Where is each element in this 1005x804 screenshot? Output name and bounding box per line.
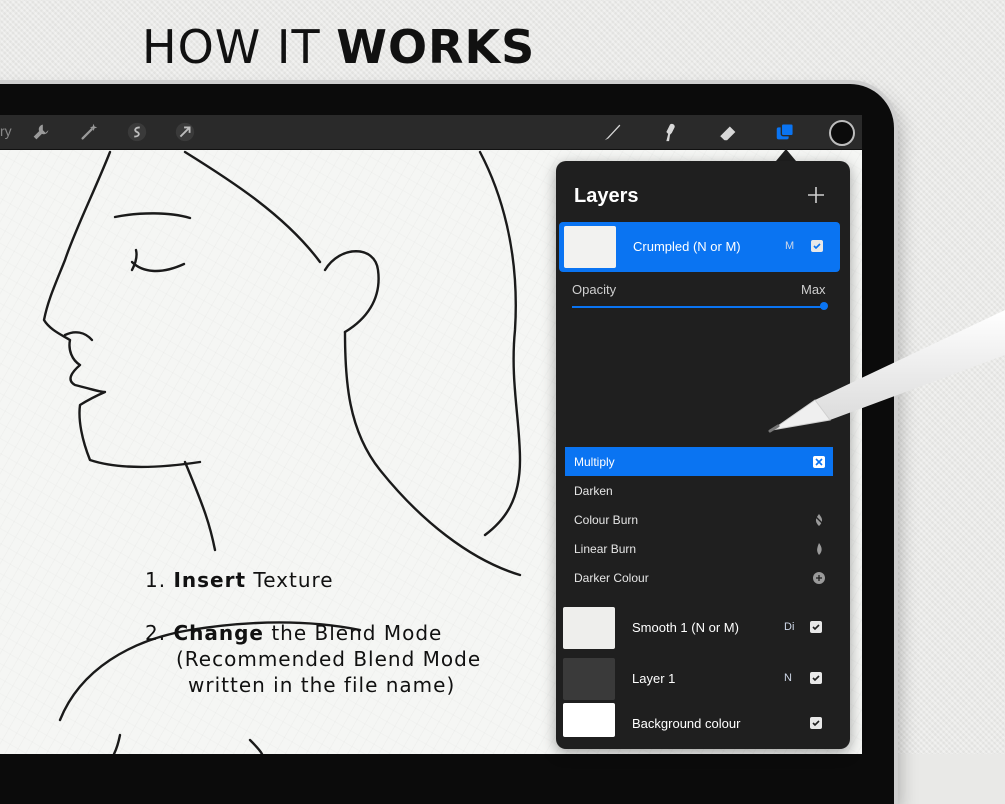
layer-name: Crumpled (N or M) (633, 239, 741, 254)
instruction-step-2: 2. Change the Blend Mode (145, 621, 442, 645)
layer-row-background[interactable]: Background colour (558, 699, 848, 749)
step-keyword: Insert (173, 568, 247, 592)
blend-mode-label: Linear Burn (574, 542, 637, 556)
layer-thumbnail (563, 703, 615, 737)
opacity-label: Opacity (572, 282, 617, 297)
brush-icon[interactable] (600, 119, 626, 145)
layers-panel-title: Layers (574, 185, 639, 207)
layer-row-smooth[interactable]: Smooth 1 (N or M) Di (558, 603, 848, 653)
transform-arrow-icon[interactable] (172, 119, 198, 145)
headline-light: HOW IT (142, 20, 321, 74)
top-toolbar: ry (0, 115, 862, 150)
step-text: Texture (253, 568, 334, 592)
layer-visibility-checkbox[interactable] (811, 240, 823, 252)
checkmark-icon (812, 675, 820, 682)
step-number: 1. (145, 568, 167, 592)
blend-mode-label: Multiply (574, 455, 615, 469)
layer-visibility-checkbox[interactable] (810, 717, 822, 729)
instruction-step-2-line-2: (Recommended Blend Mode (176, 647, 482, 671)
blend-mode-darken[interactable]: Darken (565, 476, 833, 505)
layer-thumbnail (563, 658, 615, 700)
blend-mode-label: Colour Burn (574, 513, 639, 527)
add-layer-button[interactable] (806, 185, 826, 205)
checkmark-icon (812, 720, 820, 727)
blend-mode-colour-burn[interactable]: Colour Burn (565, 505, 833, 534)
linear-burn-icon (817, 543, 822, 555)
layer-blend-mode-button[interactable]: N (784, 672, 792, 684)
gallery-link[interactable]: ry (0, 123, 12, 139)
selection-icon[interactable] (124, 119, 150, 145)
blend-mode-label: Darken (574, 484, 613, 498)
layer-name: Layer 1 (632, 671, 676, 686)
layer-name: Background colour (632, 716, 741, 731)
blend-mode-linear-burn[interactable]: Linear Burn (565, 534, 833, 563)
layer-thumbnail (563, 607, 615, 649)
layers-panel: Layers Crumpled (N or M) M Opacity Max M… (556, 161, 850, 749)
stylus-pencil (768, 310, 1005, 433)
layer-row-crumpled[interactable]: Crumpled (N or M) M (559, 222, 840, 272)
darken-icon (815, 486, 823, 496)
blend-mode-darker-colour[interactable]: Darker Colour (565, 563, 833, 592)
headline-bold: WORKS (336, 20, 536, 74)
colour-burn-icon (814, 514, 825, 526)
step-number: 2. (145, 621, 167, 645)
eraser-icon[interactable] (715, 119, 741, 145)
blend-mode-multiply[interactable]: Multiply (565, 447, 833, 476)
instruction-step-1: 1. Insert Texture (145, 568, 334, 592)
layer-thumbnail (564, 226, 616, 268)
popover-caret (776, 149, 796, 161)
layer-visibility-checkbox[interactable] (810, 672, 822, 684)
layer-row-layer-1[interactable]: Layer 1 N (558, 654, 848, 704)
layer-visibility-checkbox[interactable] (810, 621, 822, 633)
layers-icon[interactable] (772, 119, 798, 145)
step-keyword: Change (173, 621, 264, 645)
blend-mode-list: Multiply Darken Colour Burn Linear Burn … (565, 447, 833, 592)
layer-blend-mode-button[interactable]: M (785, 240, 794, 252)
magic-wand-icon[interactable] (76, 119, 102, 145)
smudge-icon[interactable] (657, 119, 683, 145)
darker-colour-icon (813, 572, 825, 584)
layer-name: Smooth 1 (N or M) (632, 620, 739, 635)
checkmark-icon (812, 624, 820, 631)
multiply-icon (813, 456, 825, 468)
step-text: the Blend Mode (271, 621, 443, 645)
layer-blend-mode-button[interactable]: Di (784, 621, 794, 633)
opacity-value: Max (801, 282, 826, 297)
headline: HOW IT WORKS (142, 20, 535, 74)
blend-mode-label: Darker Colour (574, 571, 649, 585)
wrench-icon[interactable] (28, 119, 54, 145)
instruction-step-2-line-3: written in the file name) (188, 673, 456, 697)
checkmark-icon (813, 243, 821, 250)
plus-icon (808, 187, 824, 203)
color-picker-button[interactable] (829, 120, 855, 146)
